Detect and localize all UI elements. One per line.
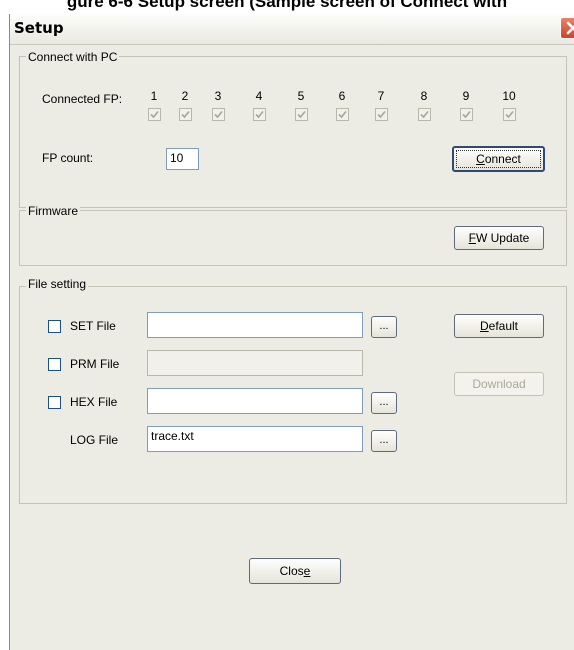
hex-file-label: HEX File — [70, 395, 118, 409]
checkmark-icon — [181, 110, 190, 119]
window-title: Setup — [14, 19, 64, 37]
fw-update-button[interactable]: FW Update — [454, 226, 544, 250]
set-file-label: SET File — [70, 319, 116, 333]
set-file-browse-button[interactable]: ... — [371, 316, 397, 338]
log-file-input[interactable]: trace.txt — [147, 426, 363, 452]
fp-checkbox-1[interactable] — [148, 108, 161, 121]
prm-file-input[interactable] — [147, 350, 363, 376]
connect-button[interactable]: Connect — [452, 146, 545, 172]
fp-number-9: 9 — [462, 89, 470, 103]
set-file-checkbox[interactable] — [48, 320, 61, 333]
fp-checkbox-9[interactable] — [460, 108, 473, 121]
checkmark-icon — [505, 110, 514, 119]
checkmark-icon — [255, 110, 264, 119]
fp-number-2: 2 — [181, 89, 189, 103]
title-bar: Setup — [10, 14, 574, 45]
fp-count-input[interactable]: 10 — [166, 148, 199, 170]
checkmark-icon — [150, 110, 159, 119]
checkmark-icon — [297, 110, 306, 119]
set-file-input[interactable] — [147, 312, 363, 338]
checkmark-icon — [420, 110, 429, 119]
prm-file-label: PRM File — [70, 357, 120, 371]
fp-checkbox-7[interactable] — [375, 108, 388, 121]
checkmark-icon — [338, 110, 347, 119]
connect-with-pc-legend: Connect with PC — [26, 50, 120, 64]
close-label-start: Clos — [279, 564, 304, 578]
checkmark-icon — [214, 110, 223, 119]
window-close-button[interactable] — [560, 17, 574, 39]
close-button[interactable]: Close — [249, 558, 341, 584]
fp-checkbox-3[interactable] — [212, 108, 225, 121]
fp-number-7: 7 — [377, 89, 385, 103]
hex-file-browse-button[interactable]: ... — [371, 392, 397, 414]
fp-checkbox-10[interactable] — [503, 108, 516, 121]
prm-file-checkbox[interactable] — [48, 358, 61, 371]
close-icon — [566, 21, 574, 35]
fp-checkbox-4[interactable] — [253, 108, 266, 121]
connect-with-pc-group — [19, 56, 567, 208]
firmware-legend: Firmware — [26, 204, 80, 218]
default-button[interactable]: Default — [454, 314, 544, 338]
setup-dialog: Setup Connect with PC Connected FP: 1 2 3 4… — [9, 14, 574, 650]
fp-number-5: 5 — [297, 89, 305, 103]
figure-caption-text: gure 6-6 Setup screen (Sample screen of … — [66, 0, 508, 11]
hex-file-checkbox[interactable] — [48, 396, 61, 409]
fw-update-mnemonic: F — [468, 231, 476, 245]
fp-number-3: 3 — [214, 89, 222, 103]
fw-update-label-rest: W Update — [475, 231, 530, 245]
fp-number-10: 10 — [502, 89, 516, 103]
fp-checkbox-5[interactable] — [295, 108, 308, 121]
fp-number-8: 8 — [420, 89, 428, 103]
log-file-browse-button[interactable]: ... — [371, 430, 397, 452]
fp-checkbox-6[interactable] — [336, 108, 349, 121]
fp-number-1: 1 — [150, 89, 158, 103]
figure-caption: gure 6-6 Setup screen (Sample screen of … — [0, 0, 574, 14]
fp-checkbox-8[interactable] — [418, 108, 431, 121]
download-button[interactable]: Download — [454, 372, 544, 396]
connected-fp-label: Connected FP: — [42, 92, 123, 106]
default-label-rest: efault — [488, 319, 519, 333]
fp-count-label: FP count: — [42, 151, 94, 165]
file-setting-legend: File setting — [26, 277, 89, 291]
log-file-label: LOG File — [70, 433, 119, 447]
checkmark-icon — [377, 110, 386, 119]
close-mnemonic: e — [303, 564, 311, 578]
default-mnemonic: D — [479, 319, 489, 333]
fp-checkbox-2[interactable] — [179, 108, 192, 121]
fp-number-6: 6 — [338, 89, 346, 103]
checkmark-icon — [462, 110, 471, 119]
hex-file-input[interactable] — [147, 388, 363, 414]
fp-number-4: 4 — [255, 89, 263, 103]
